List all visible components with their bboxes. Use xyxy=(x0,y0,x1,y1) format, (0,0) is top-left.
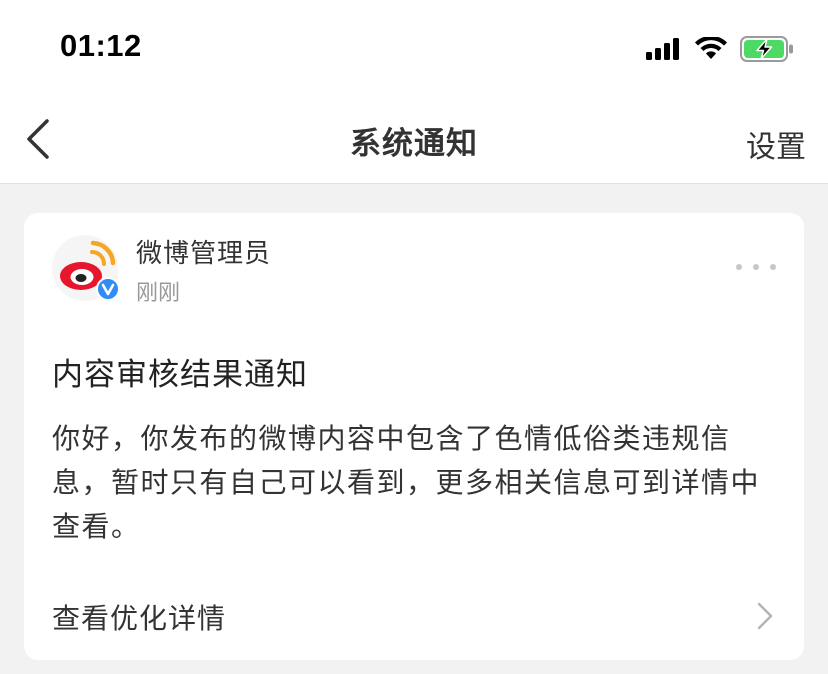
wifi-icon xyxy=(695,37,727,59)
view-details-label: 查看优化详情 xyxy=(52,602,227,635)
signal-icon xyxy=(646,38,679,60)
page-title: 系统通知 xyxy=(350,126,478,162)
status-icons xyxy=(646,34,794,64)
view-details-link[interactable]: 查看优化详情 xyxy=(24,589,804,645)
battery-charging-icon xyxy=(740,36,793,62)
status-time: 01:12 xyxy=(60,28,142,63)
header-area: 01:12 系统通知 设置 xyxy=(0,0,828,184)
verified-v-icon xyxy=(96,277,120,301)
sender-time: 刚刚 xyxy=(136,281,181,306)
settings-button[interactable]: 设置 xyxy=(746,122,806,166)
notification-card: 微博管理员 刚刚 内容审核结果通知 你好，你发布的微博内容中包含了色情低俗类违规… xyxy=(24,213,804,660)
more-dots-icon xyxy=(753,264,759,270)
more-dots-icon xyxy=(770,264,776,270)
message-title: 内容审核结果通知 xyxy=(52,357,308,393)
sender-name[interactable]: 微博管理员 xyxy=(136,233,271,270)
more-dots-icon xyxy=(736,264,742,270)
message-body: 你好，你发布的微博内容中包含了色情低俗类违规信息，暂时只有自己可以看到，更多相关… xyxy=(52,422,761,543)
more-button[interactable] xyxy=(736,257,776,277)
chevron-right-icon xyxy=(757,602,773,630)
